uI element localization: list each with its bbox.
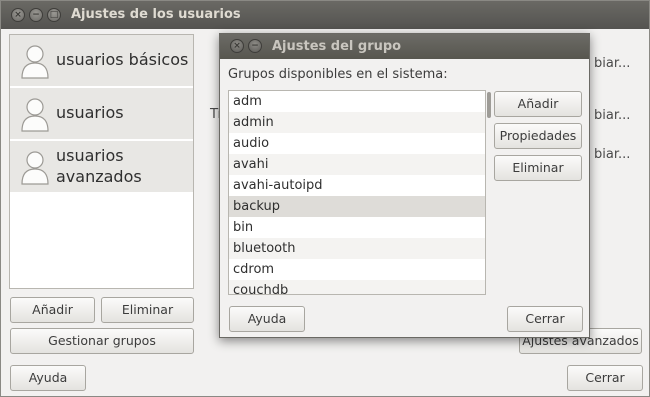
group-item[interactable]: audio — [229, 133, 485, 154]
group-list-scrollbar[interactable] — [486, 90, 492, 295]
user-item-basic[interactable]: usuarios básicos — [10, 35, 193, 87]
window-controls: × − □ — [11, 8, 61, 22]
user-avatar-icon — [21, 45, 49, 79]
maximize-window-button[interactable]: □ — [47, 8, 61, 22]
close-button[interactable]: Cerrar — [567, 365, 643, 391]
user-item-standard[interactable]: usuarios — [10, 88, 193, 140]
group-item[interactable]: avahi-autoipd — [229, 175, 485, 196]
group-item[interactable]: admin — [229, 112, 485, 133]
user-avatar-icon — [21, 151, 49, 185]
dialog-close-button[interactable]: Cerrar — [507, 306, 583, 332]
group-item[interactable]: bin — [229, 217, 485, 238]
minimize-window-button[interactable]: − — [29, 8, 43, 22]
remove-user-button[interactable]: Eliminar — [101, 297, 194, 323]
group-item[interactable]: couchdb — [229, 280, 485, 294]
dialog-titlebar: × − Ajustes del grupo — [220, 34, 589, 59]
group-item-selected[interactable]: backup — [229, 196, 485, 217]
change-button-fragment[interactable]: biar... — [594, 147, 630, 162]
user-avatar-icon — [21, 98, 49, 132]
remove-group-button[interactable]: Eliminar — [494, 155, 582, 181]
group-item[interactable]: adm — [229, 91, 485, 112]
group-item[interactable]: cdrom — [229, 259, 485, 280]
user-name-line2: avanzados — [56, 167, 142, 186]
change-button-fragment[interactable]: biar... — [594, 108, 630, 123]
group-item[interactable]: avahi — [229, 154, 485, 175]
user-list[interactable]: usuarios básicos usuarios usuarios avanz… — [9, 34, 194, 289]
scrollbar-thumb[interactable] — [487, 92, 491, 118]
group-properties-button[interactable]: Propiedades — [494, 123, 582, 149]
minimize-dialog-button[interactable]: − — [248, 39, 262, 53]
user-name: usuarios — [56, 103, 124, 122]
add-user-button[interactable]: Añadir — [10, 297, 95, 323]
user-name-line1: usuarios — [56, 146, 124, 165]
help-button[interactable]: Ayuda — [10, 365, 86, 391]
dialog-window-controls: × − — [230, 39, 262, 53]
manage-groups-button[interactable]: Gestionar grupos — [10, 328, 194, 354]
group-item[interactable]: bluetooth — [229, 238, 485, 259]
close-dialog-button[interactable]: × — [230, 39, 244, 53]
change-button-fragment[interactable]: biar... — [594, 56, 630, 71]
user-item-advanced[interactable]: usuarios avanzados — [10, 141, 193, 193]
group-settings-dialog: × − Ajustes del grupo Grupos disponibles… — [219, 33, 590, 338]
group-list[interactable]: adm admin audio avahi avahi-autoipd back… — [228, 90, 486, 295]
user-name: usuarios básicos — [56, 50, 189, 69]
close-window-button[interactable]: × — [11, 8, 25, 22]
groups-label: Grupos disponibles en el sistema: — [228, 67, 448, 82]
dialog-help-button[interactable]: Ayuda — [229, 306, 305, 332]
window-title: Ajustes de los usuarios — [71, 7, 241, 22]
add-group-button[interactable]: Añadir — [494, 91, 582, 117]
dialog-title: Ajustes del grupo — [272, 39, 402, 54]
main-titlebar: × − □ Ajustes de los usuarios — [1, 1, 649, 29]
